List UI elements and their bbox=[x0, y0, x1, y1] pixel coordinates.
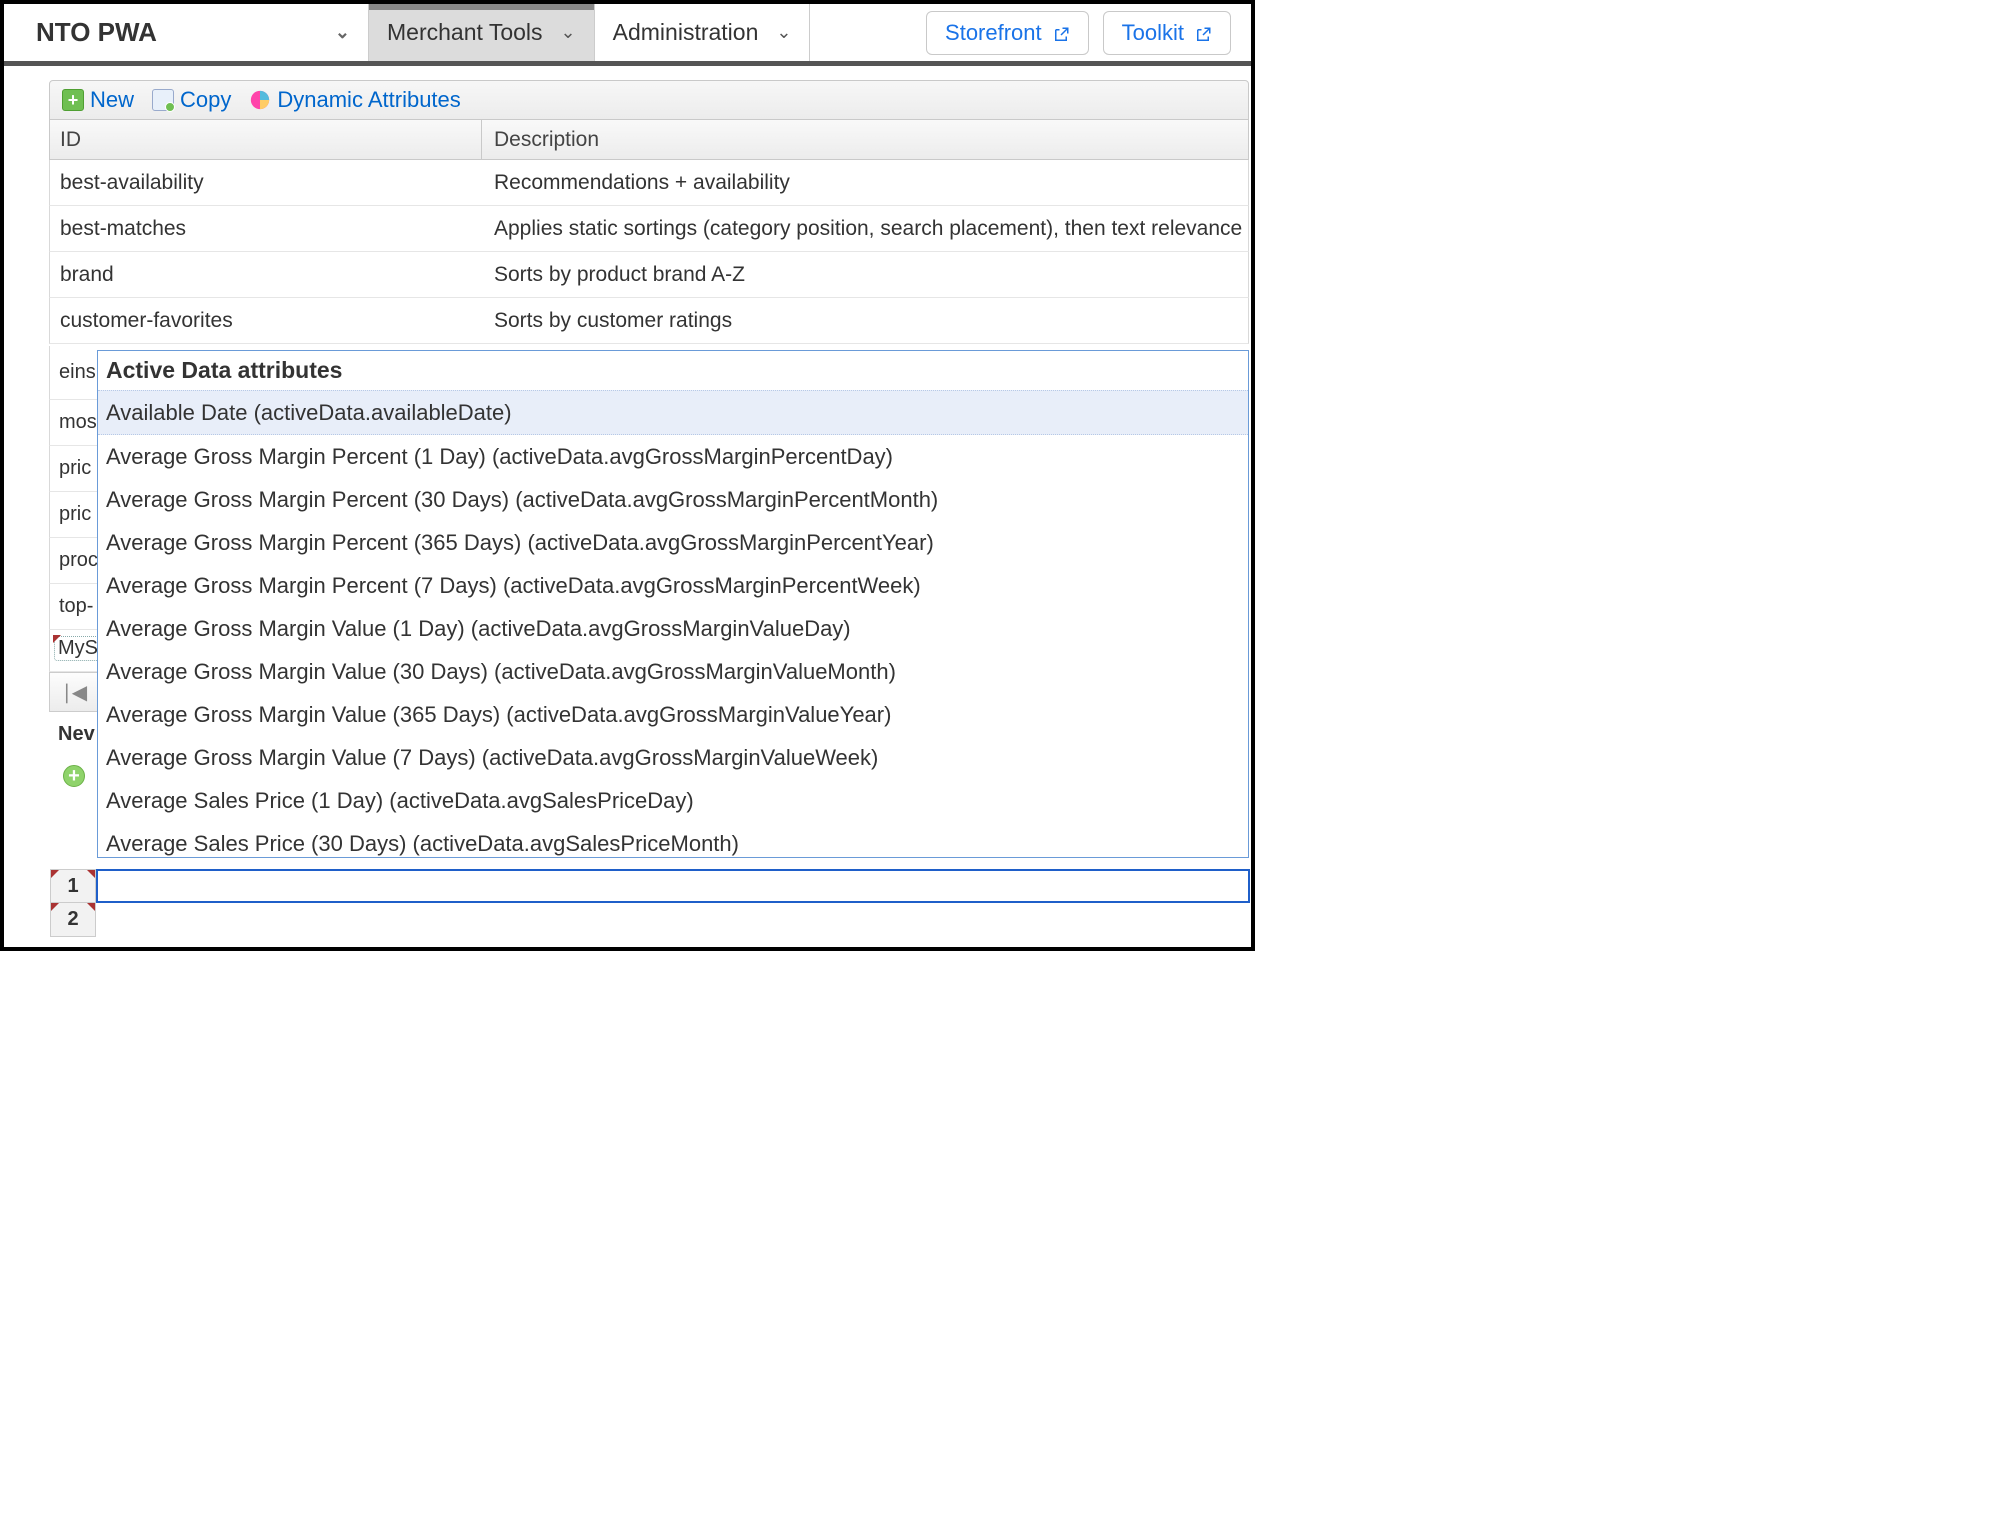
row-peek[interactable]: pric bbox=[49, 492, 99, 538]
tab-administration[interactable]: Administration ⌄ bbox=[595, 4, 811, 61]
row-peek[interactable]: top- bbox=[49, 584, 99, 630]
btn-label: Dynamic Attributes bbox=[277, 87, 460, 113]
dropdown-item[interactable]: Available Date (activeData.availableDate… bbox=[98, 390, 1248, 435]
active-cell[interactable] bbox=[96, 869, 1250, 903]
external-link-icon bbox=[1052, 24, 1070, 42]
btn-label: Copy bbox=[180, 87, 231, 113]
cell-description: Sorts by customer ratings bbox=[482, 309, 1248, 333]
table-row[interactable]: customer-favorites Sorts by customer rat… bbox=[49, 298, 1249, 344]
cell-id: best-matches bbox=[50, 217, 482, 241]
attribute-dropdown[interactable]: Active Data attributes Available Date (a… bbox=[97, 350, 1249, 858]
toolkit-link[interactable]: Toolkit bbox=[1103, 11, 1231, 55]
row-header[interactable]: 2 bbox=[50, 903, 96, 937]
plus-circle-icon: + bbox=[63, 765, 85, 787]
site-selector[interactable]: NTO PWA ⌄ bbox=[4, 4, 369, 61]
row-header[interactable]: 1 bbox=[50, 869, 96, 903]
table-row[interactable]: brand Sorts by product brand A-Z bbox=[49, 252, 1249, 298]
btn-label: New bbox=[90, 87, 134, 113]
pager-first-icon[interactable]: ∣◀ bbox=[49, 672, 99, 712]
topbar-right: Storefront Toolkit bbox=[926, 4, 1251, 61]
add-row-button[interactable]: + bbox=[49, 756, 99, 796]
tab-label: Administration bbox=[613, 19, 759, 46]
row-peek-mysort[interactable]: MyS bbox=[49, 630, 99, 672]
table-row[interactable]: best-availability Recommendations + avai… bbox=[49, 160, 1249, 206]
dropdown-item[interactable]: Average Gross Margin Value (1 Day) (acti… bbox=[98, 607, 1248, 650]
cell-id: brand bbox=[50, 263, 482, 287]
site-name: NTO PWA bbox=[36, 17, 157, 48]
empty-cell[interactable] bbox=[96, 903, 1250, 937]
grid-toolbar: New Copy Dynamic Attributes bbox=[49, 80, 1249, 120]
cell-description: Sorts by product brand A-Z bbox=[482, 263, 1248, 287]
dropdown-item[interactable]: Average Sales Price (30 Days) (activeDat… bbox=[98, 822, 1248, 858]
copy-icon bbox=[152, 89, 174, 111]
col-header-id[interactable]: ID bbox=[50, 120, 482, 159]
tab-merchant-tools[interactable]: Merchant Tools ⌄ bbox=[369, 4, 595, 61]
content-area: New Copy Dynamic Attributes ID Descripti… bbox=[4, 66, 1251, 344]
dynamic-attributes-button[interactable]: Dynamic Attributes bbox=[243, 85, 466, 115]
dropdown-item[interactable]: Average Gross Margin Value (365 Days) (a… bbox=[98, 693, 1248, 736]
link-label: Storefront bbox=[945, 20, 1042, 46]
chevron-down-icon: ⌄ bbox=[561, 22, 576, 43]
top-nav: NTO PWA ⌄ Merchant Tools ⌄ Administratio… bbox=[4, 4, 1251, 66]
storefront-link[interactable]: Storefront bbox=[926, 11, 1089, 55]
formula-grid: 1 2 bbox=[50, 869, 1250, 937]
row-peek[interactable]: mos bbox=[49, 400, 99, 446]
cell-description: Recommendations + availability bbox=[482, 171, 1248, 195]
link-label: Toolkit bbox=[1122, 20, 1184, 46]
cell-id: customer-favorites bbox=[50, 309, 482, 333]
sheet-row-2: 2 bbox=[50, 903, 1250, 937]
cell-description: Applies static sortings (category positi… bbox=[482, 217, 1248, 241]
dropdown-item[interactable]: Average Gross Margin Value (7 Days) (act… bbox=[98, 736, 1248, 779]
chevron-down-icon: ⌄ bbox=[776, 22, 791, 43]
dropdown-item[interactable]: Average Sales Price (1 Day) (activeData.… bbox=[98, 779, 1248, 822]
dropdown-group-header: Active Data attributes bbox=[98, 351, 1248, 390]
dropdown-item[interactable]: Average Gross Margin Percent (7 Days) (a… bbox=[98, 564, 1248, 607]
dropdown-item[interactable]: Average Gross Margin Percent (30 Days) (… bbox=[98, 478, 1248, 521]
row-peek[interactable]: pric bbox=[49, 446, 99, 492]
new-button[interactable]: New bbox=[56, 85, 140, 115]
col-header-description[interactable]: Description bbox=[482, 128, 1248, 152]
chevron-down-icon: ⌄ bbox=[335, 22, 350, 43]
cell-id: best-availability bbox=[50, 171, 482, 195]
dropdown-item[interactable]: Average Gross Margin Value (30 Days) (ac… bbox=[98, 650, 1248, 693]
tab-label: Merchant Tools bbox=[387, 19, 543, 46]
dropdown-item[interactable]: Average Gross Margin Percent (1 Day) (ac… bbox=[98, 435, 1248, 478]
table-row[interactable]: best-matches Applies static sortings (ca… bbox=[49, 206, 1249, 252]
dropdown-item[interactable]: Average Gross Margin Percent (365 Days) … bbox=[98, 521, 1248, 564]
formula-input[interactable] bbox=[104, 874, 1242, 899]
pie-chart-icon bbox=[249, 89, 271, 111]
table-header: ID Description bbox=[49, 120, 1249, 160]
copy-button[interactable]: Copy bbox=[146, 85, 237, 115]
external-link-icon bbox=[1194, 24, 1212, 42]
section-label-peek: Nev bbox=[49, 712, 99, 756]
row-peek[interactable]: eins bbox=[49, 346, 99, 400]
row-peek[interactable]: proc bbox=[49, 538, 99, 584]
plus-icon bbox=[62, 89, 84, 111]
hidden-rows-peek: eins mos pric pric proc top- MyS ∣◀ Nev … bbox=[49, 346, 99, 796]
sheet-row-1: 1 bbox=[50, 869, 1250, 903]
